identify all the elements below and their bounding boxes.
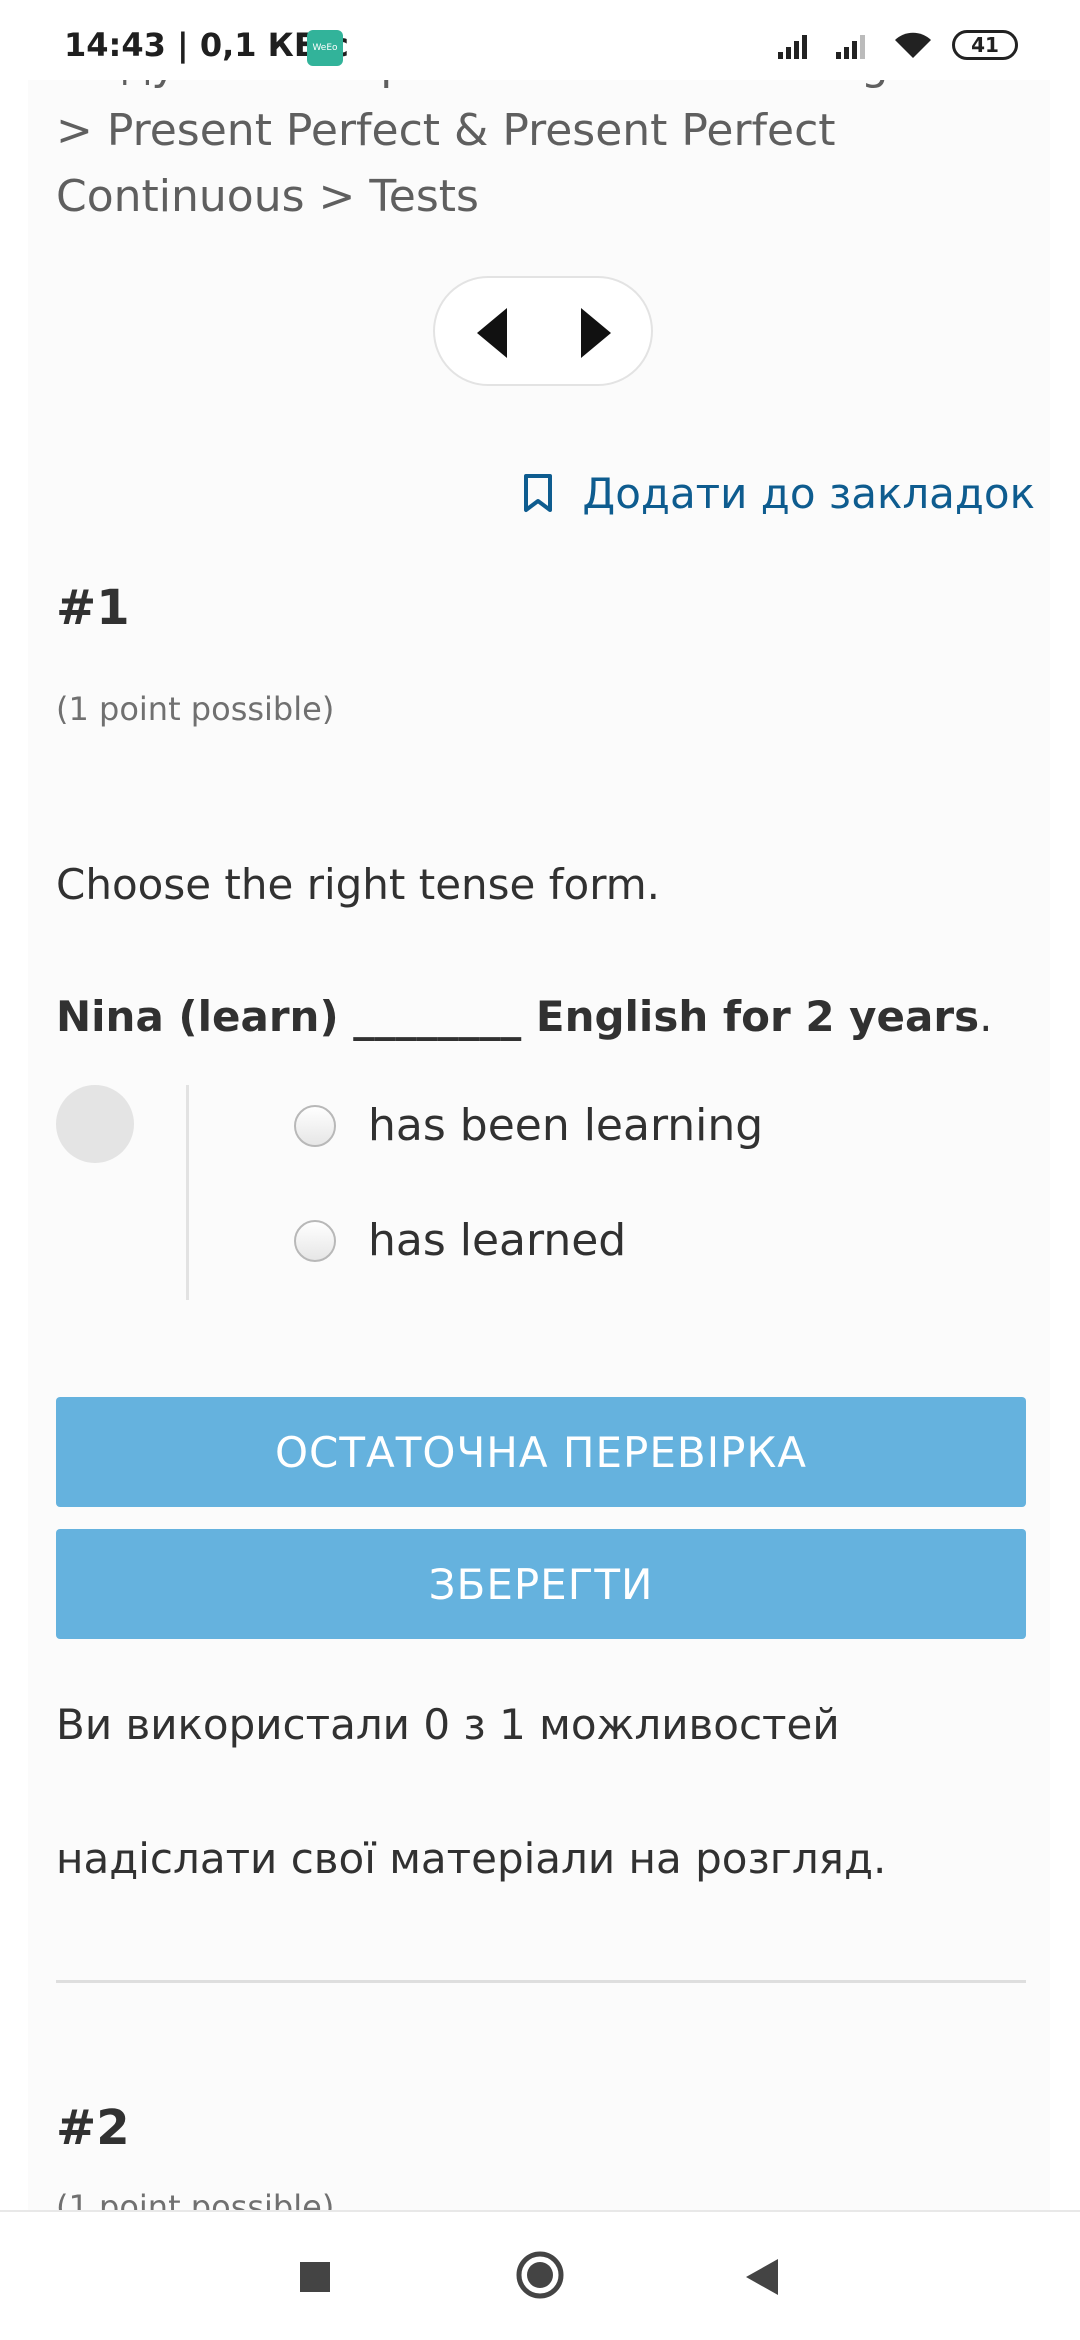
breadcrumb-line-3[interactable]: Continuous > Tests	[56, 164, 1046, 230]
home-icon[interactable]	[515, 2250, 565, 2300]
radio-button[interactable]	[294, 1104, 336, 1147]
bookmark-label: Додати до закладок	[582, 468, 1035, 518]
choice-label: has learned	[368, 1215, 627, 1266]
answer-status-indicator	[56, 1085, 134, 1163]
attempts-text: Ви використали 0 з 1 можливостей	[56, 1700, 840, 1749]
problem-prompt: Choose the right tense form.	[56, 860, 660, 909]
cell-signal-icon	[836, 35, 865, 59]
status-icons: 41	[776, 30, 1018, 60]
final-check-button[interactable]: ОСТАТОЧНА ПЕРЕВІРКА	[56, 1397, 1026, 1507]
app-notification-icon: WeEo	[307, 30, 343, 66]
wifi-icon	[895, 32, 931, 58]
course-content: Модуль 2. People around and some grammar…	[28, 60, 1050, 2210]
previous-arrow-icon[interactable]	[473, 306, 513, 360]
breadcrumb: Модуль 2. People around and some grammar…	[56, 60, 1050, 230]
bookmark-button[interactable]: Додати до закладок	[522, 458, 1035, 528]
save-button[interactable]: ЗБЕРЕГТИ	[56, 1529, 1026, 1639]
next-arrow-icon[interactable]	[575, 306, 615, 360]
question-text: Nina (learn) ________ English for 2 year…	[56, 992, 980, 1041]
choice-has-been-learning[interactable]: has been learning	[294, 1100, 763, 1151]
submission-note: надіслати свої матеріали на розгляд.	[56, 1834, 887, 1883]
problem-question: Nina (learn) ________ English for 2 year…	[56, 992, 992, 1041]
problem-separator	[56, 1980, 1026, 1983]
recent-apps-icon[interactable]	[298, 2260, 332, 2294]
battery-icon: 41	[952, 30, 1018, 60]
problem-number: #1	[56, 580, 130, 636]
sequence-nav	[433, 276, 653, 386]
choice-has-learned[interactable]: has learned	[294, 1215, 626, 1266]
choice-divider	[186, 1085, 189, 1300]
choice-label: has been learning	[368, 1100, 764, 1151]
problem-number-2: #2	[56, 2100, 130, 2156]
android-navigation-bar	[0, 2210, 1080, 2340]
cell-signal-icon	[778, 35, 807, 59]
radio-button[interactable]	[294, 1219, 336, 1262]
bookmark-icon	[524, 474, 553, 512]
points-possible-2: (1 point possible)	[56, 2188, 335, 2210]
status-bar: 14:43 | 0,1 КБ/с WeEo 41	[0, 0, 1080, 80]
back-icon[interactable]	[744, 2257, 780, 2297]
question-punctuation: .	[979, 992, 993, 1041]
breadcrumb-line-2[interactable]: > Present Perfect & Present Perfect	[56, 98, 1046, 164]
points-possible: (1 point possible)	[56, 690, 335, 728]
